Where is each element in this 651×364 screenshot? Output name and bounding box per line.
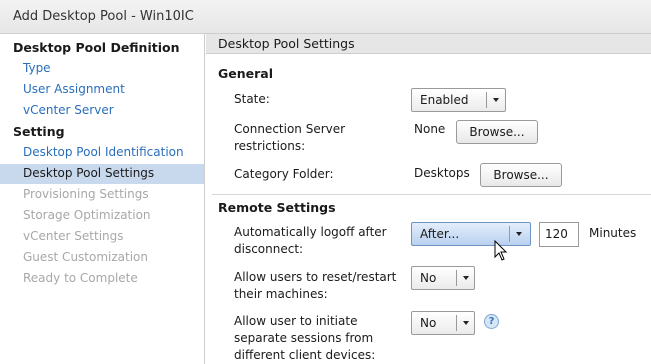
dropdown-separator: [456, 315, 457, 331]
dropdown-separator: [456, 270, 457, 286]
sidebar-item-provisioning-settings: Provisioning Settings: [23, 187, 149, 201]
reset-restart-label: Allow users to reset/restart their machi…: [234, 270, 397, 301]
separate-sessions-label: Allow user to initiate separate sessions…: [234, 314, 376, 362]
section-title-remote: Remote Settings: [218, 200, 336, 215]
separate-sessions-dropdown[interactable]: No: [411, 311, 475, 335]
state-dropdown[interactable]: Enabled: [411, 88, 506, 112]
category-browse-button[interactable]: Browse...: [480, 163, 562, 187]
category-folder-value: Desktops: [414, 166, 470, 180]
sidebar-item-vcenter-settings: vCenter Settings: [23, 229, 124, 243]
page-title: Desktop Pool Settings: [218, 36, 355, 51]
separate-sessions-value: No: [420, 316, 437, 330]
chevron-down-icon: [463, 276, 469, 280]
sidebar-item-guest-customization: Guest Customization: [23, 250, 149, 264]
logoff-minutes-input[interactable]: 120: [539, 222, 579, 247]
state-value: Enabled: [420, 93, 469, 107]
connection-restrictions-label: Connection Server restrictions:: [234, 122, 346, 153]
sidebar-item-vcenter-server[interactable]: vCenter Server: [23, 103, 114, 117]
reset-restart-dropdown[interactable]: No: [411, 266, 475, 290]
auto-logoff-dropdown[interactable]: After...: [411, 222, 531, 246]
chevron-down-icon: [493, 98, 499, 102]
reset-restart-value: No: [420, 271, 437, 285]
sidebar-item-pool-settings[interactable]: Desktop Pool Settings: [23, 166, 154, 180]
sidebar-item-storage-optimization: Storage Optimization: [23, 208, 151, 222]
category-folder-label: Category Folder:: [234, 167, 334, 181]
window-title: Add Desktop Pool - Win10IC: [13, 9, 194, 24]
sidebar-item-user-assignment[interactable]: User Assignment: [23, 82, 125, 96]
state-label: State:: [234, 92, 270, 106]
sidebar-item-ready-to-complete: Ready to Complete: [23, 271, 138, 285]
title-bar: Add Desktop Pool - Win10IC: [0, 0, 651, 34]
mouse-pointer-icon: [494, 240, 508, 261]
sidebar-heading-definition: Desktop Pool Definition: [13, 40, 180, 55]
connection-browse-button[interactable]: Browse...: [456, 120, 538, 144]
logoff-minutes-unit: Minutes: [589, 226, 637, 240]
auto-logoff-label: Automatically logoff after disconnect:: [234, 225, 387, 256]
sidebar-heading-setting: Setting: [13, 124, 65, 139]
connection-restrictions-value: None: [414, 122, 446, 136]
section-title-general: General: [218, 66, 273, 81]
dropdown-separator: [486, 92, 487, 108]
section-divider: [212, 194, 651, 195]
wizard-sidebar: Desktop Pool Definition Type User Assign…: [0, 34, 205, 364]
auto-logoff-value: After...: [420, 227, 460, 241]
sidebar-item-type[interactable]: Type: [23, 61, 51, 75]
content-header: Desktop Pool Settings: [206, 34, 651, 54]
sidebar-item-pool-identification[interactable]: Desktop Pool Identification: [23, 145, 184, 159]
chevron-down-icon: [516, 232, 522, 236]
chevron-down-icon: [463, 321, 469, 325]
help-icon[interactable]: ?: [484, 314, 499, 329]
